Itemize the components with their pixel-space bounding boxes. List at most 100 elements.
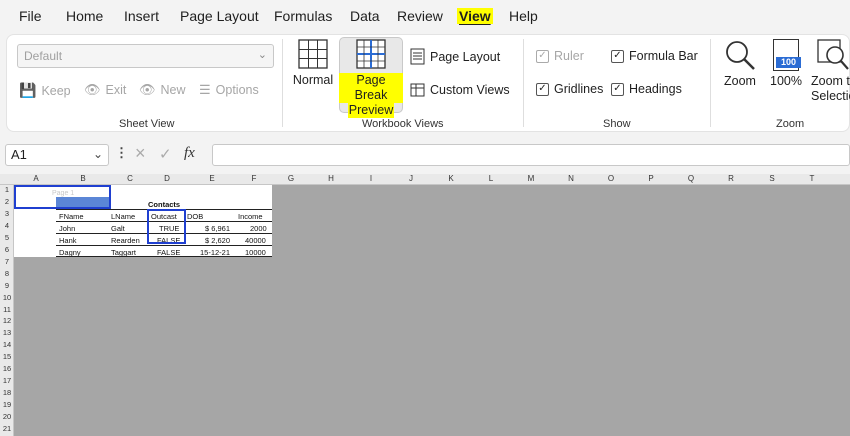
menu-formulas[interactable]: Formulas xyxy=(274,8,332,24)
checkmark-icon: ✓ xyxy=(536,49,549,63)
record-lname: Galt xyxy=(111,224,125,233)
new-button[interactable]: 👁 New xyxy=(139,82,186,98)
row-header[interactable]: 20 xyxy=(0,412,14,421)
menu-file[interactable]: File xyxy=(19,8,42,24)
row-header[interactable]: 3 xyxy=(0,209,14,218)
row-header[interactable]: 14 xyxy=(0,340,14,349)
eye-add-icon: 👁 xyxy=(139,82,156,97)
row-underline xyxy=(56,245,272,246)
column-header[interactable]: R xyxy=(721,174,741,183)
column-header[interactable]: N xyxy=(561,174,581,183)
zoom-100-label: 100% xyxy=(770,74,802,88)
zoom-button[interactable]: Zoom xyxy=(719,39,761,89)
checkmark-icon: ✓ xyxy=(611,49,624,63)
menu-view[interactable]: View xyxy=(457,8,493,24)
worksheet-grid[interactable]: ABCDEFGHIJKLMNOPQRST 1 2 3 4 5 6 7 8 9 10 11 12 13 14… xyxy=(0,174,850,436)
formula-bar: A1 ⌄ ⋮ × ✓ fx xyxy=(0,136,850,174)
enter-icon[interactable]: ✓ xyxy=(159,145,172,163)
row-header[interactable]: 18 xyxy=(0,388,14,397)
keep-button[interactable]: 💾 Keep xyxy=(19,82,71,99)
magnifier-icon xyxy=(726,41,755,70)
menu-review[interactable]: Review xyxy=(397,8,443,24)
name-box[interactable]: A1 ⌄ xyxy=(5,144,109,166)
page-break-preview-content[interactable]: Page Break Preview xyxy=(339,39,403,118)
header-income: Income xyxy=(238,212,263,221)
cancel-icon[interactable]: × xyxy=(135,143,146,164)
ruler-checkbox[interactable]: ✓ Ruler xyxy=(536,49,584,63)
menu-page-layout[interactable]: Page Layout xyxy=(180,8,259,24)
column-header[interactable]: L xyxy=(481,174,501,183)
column-header[interactable]: K xyxy=(441,174,461,183)
column-header[interactable]: E xyxy=(202,174,222,183)
row-header[interactable]: 15 xyxy=(0,352,14,361)
row-header[interactable]: 4 xyxy=(0,221,14,230)
page-break-preview-label-line1: Page Break xyxy=(339,73,403,103)
column-header[interactable]: D xyxy=(157,174,177,183)
outcast-selection-box[interactable] xyxy=(147,209,186,244)
normal-view-button[interactable]: Normal xyxy=(291,39,335,88)
row-header[interactable]: 7 xyxy=(0,257,14,266)
row-header[interactable]: 21 xyxy=(0,424,14,433)
column-header[interactable]: G xyxy=(281,174,301,183)
column-header[interactable]: F xyxy=(244,174,264,183)
column-header[interactable]: J xyxy=(401,174,421,183)
checkmark-icon: ✓ xyxy=(611,82,624,96)
chevron-down-icon: ⌄ xyxy=(257,49,267,61)
zoom-100-button[interactable]: 100 100% xyxy=(765,39,807,89)
record-dob: $ 2,620 xyxy=(205,236,231,245)
options-button[interactable]: ☰ Options xyxy=(199,82,259,98)
headings-checkbox[interactable]: ✓ Headings xyxy=(611,82,682,96)
print-area: Page 1 Contacts FName LName Outcast DOB … xyxy=(14,185,272,257)
column-header[interactable]: O xyxy=(601,174,621,183)
custom-views-button[interactable]: Custom Views xyxy=(410,81,510,98)
column-header[interactable]: C xyxy=(120,174,140,183)
menu-data[interactable]: Data xyxy=(350,8,380,24)
row-header[interactable]: 16 xyxy=(0,364,14,373)
list-icon: ☰ xyxy=(199,82,211,97)
normal-view-icon xyxy=(298,39,328,69)
row-header[interactable]: 2 xyxy=(0,197,14,206)
formula-input[interactable] xyxy=(212,144,850,166)
row-header[interactable]: 19 xyxy=(0,400,14,409)
new-label: New xyxy=(160,83,186,97)
column-header[interactable]: T xyxy=(802,174,822,183)
row-header[interactable]: 10 xyxy=(0,293,14,302)
column-header[interactable]: H xyxy=(321,174,341,183)
gridlines-checkbox[interactable]: ✓ Gridlines xyxy=(536,82,603,96)
selection-fill xyxy=(56,197,109,207)
zoom-to-selection-icon xyxy=(817,39,849,70)
row-header[interactable]: 6 xyxy=(0,245,14,254)
insert-function-button[interactable]: fx xyxy=(184,145,195,162)
column-header[interactable]: A xyxy=(26,174,46,183)
row-header[interactable]: 11 xyxy=(0,305,14,314)
zoom-to-selection-button[interactable]: Zoom to Selection xyxy=(811,39,850,104)
row-header[interactable]: 12 xyxy=(0,316,14,325)
column-header[interactable]: Q xyxy=(681,174,701,183)
row-header[interactable]: 9 xyxy=(0,281,14,290)
menu-insert[interactable]: Insert xyxy=(124,8,159,24)
options-label: Options xyxy=(215,83,259,97)
row-header[interactable]: 17 xyxy=(0,376,14,385)
sheet-view-dropdown: Default ⌄ xyxy=(17,44,274,68)
formula-bar-checkbox[interactable]: ✓ Formula Bar xyxy=(611,49,698,63)
menu-home[interactable]: Home xyxy=(66,8,103,24)
exit-button[interactable]: 👁 Exit xyxy=(84,82,126,98)
page-layout-view-button[interactable]: Page Layout xyxy=(410,48,500,65)
save-icon: 💾 xyxy=(19,82,37,98)
row-header[interactable]: 8 xyxy=(0,269,14,278)
column-header[interactable]: M xyxy=(521,174,541,183)
column-header[interactable]: P xyxy=(641,174,661,183)
row-headers: 1 2 3 4 5 6 7 8 9 10 11 12 13 14 15 16 17 18 19 20 21 xyxy=(0,185,14,436)
group-divider xyxy=(523,39,524,127)
page-layout-label: Page Layout xyxy=(430,49,501,64)
zoom-to-selection-label-line2: Selection xyxy=(811,89,850,103)
zoom-100-icon: 100 xyxy=(773,39,801,71)
row-header[interactable]: 1 xyxy=(0,185,14,194)
row-header[interactable]: 5 xyxy=(0,233,14,242)
gridlines-label: Gridlines xyxy=(554,82,604,96)
row-header[interactable]: 13 xyxy=(0,328,14,337)
column-header[interactable]: S xyxy=(762,174,782,183)
column-header[interactable]: I xyxy=(361,174,381,183)
column-header[interactable]: B xyxy=(73,174,93,183)
menu-help[interactable]: Help xyxy=(509,8,538,24)
